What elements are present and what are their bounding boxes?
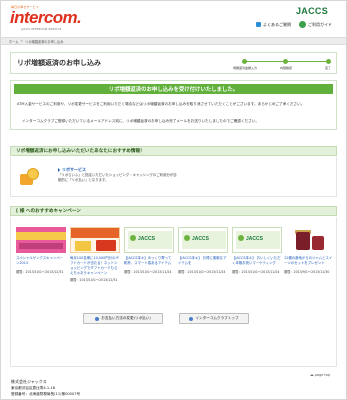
message-line-2: インターコムクラブご登録いただいているメールアドレス宛に、リボ増額返済のお申し込… (22, 119, 259, 123)
campaign-banner-2[interactable] (70, 227, 120, 253)
breadcrumb-home[interactable]: ホーム (9, 39, 18, 44)
coins-icon (19, 165, 41, 187)
banner-word: JACCS (246, 236, 263, 242)
faq-link[interactable]: よくあるご質問 (256, 22, 291, 28)
campaign-card-6[interactable]: 12種の産地からのジャムとスイーツのセットをプレゼント 期間：2013/9/1～… (284, 227, 334, 293)
campaign-banner-4[interactable]: JACCS (178, 227, 228, 253)
message-line-1: ATM入金サービスのご利用や、リボ変更サービスをご利用いただく場合などはリボ増額… (17, 102, 305, 106)
campaign-card-1-desc[interactable]: スペシャルサンクスキャンペーン2013 (16, 256, 66, 266)
step-dot-2 (283, 59, 288, 64)
campaign-card-2-date: 期間：2013/10/1～2013/12/31 (70, 278, 118, 282)
banner-header-band (71, 228, 119, 238)
jam-jar-icon-small (312, 236, 324, 250)
logo-subtitle: JACCS INTERCOM SERVICE (21, 28, 62, 31)
campaign-card-5-desc[interactable]: 【JACCS本キ】 おいしくいただく本格お祝いマーケティング (232, 256, 282, 266)
header: 毎日の幸せサービス intercom. JACCS INTERCOM SERVI… (1, 1, 346, 37)
campaign-card-5[interactable]: JACCS 【JACCS本キ】 おいしくいただく本格お祝いマーケティング 期間：… (232, 227, 282, 293)
message-box: リボ増額返済のお申し込みを受け付けいたしました。 ATM入金サービスのご利用や、… (10, 80, 337, 130)
step-label-3: 完了 (324, 66, 332, 70)
coin (27, 168, 39, 180)
page-title: リボ増額返済のお申し込み (17, 59, 101, 67)
step-dot-1 (242, 59, 247, 64)
revolving-service-desc: 「リボらいふ」と指定いただいたショッピング・キャッシングのご利用分が自動的に「リ… (58, 173, 177, 182)
page-top-link[interactable]: page top (309, 373, 330, 377)
jaccs-mark-icon (130, 235, 136, 241)
campaign-box: スペシャルサンクスキャンペーン2013 期間：2013/10/1～2013/12… (10, 217, 337, 367)
gift-box-icon (75, 241, 91, 251)
arrow-circle-icon (189, 316, 194, 321)
campaign-banner-5[interactable]: JACCS (232, 227, 282, 253)
gift-card-icon (96, 240, 116, 251)
campaign-banner-6[interactable] (284, 227, 334, 253)
breadcrumb-separator: > (20, 39, 24, 43)
club-top-button[interactable]: インターコムクラブトップ (179, 313, 249, 324)
guide-icon (299, 21, 306, 28)
step-dot-3 (326, 59, 331, 64)
campaign-card-6-desc[interactable]: 12種の産地からのジャムとスイーツのセットをプレゼント (284, 256, 334, 266)
banner-word: JACCS (192, 236, 209, 242)
campaign-card-3-desc[interactable]: 【JACCS本キ】ゆっくり寄って乾杯。スマート感あるアイテム (124, 256, 174, 266)
intercom-logo[interactable]: intercom. (10, 8, 82, 28)
message-heading: リボ増額返済のお申し込みを受け付けいたしました。 (14, 84, 333, 94)
jaccs-mark-icon (238, 235, 244, 241)
campaign-card-3[interactable]: JACCS 【JACCS本キ】ゆっくり寄って乾杯。スマート感あるアイテム 期間：… (124, 227, 174, 293)
square-icon (256, 22, 261, 27)
recommend-box: リボサービス 「リボらいふ」と指定いただいたショッピング・キャッシングのご利用分… (10, 157, 337, 197)
campaign-card-5-date: 期間：2013/10/1～2013/11/24 (232, 270, 280, 274)
campaign-card-4-date: 期間：2013/10/1～2013/11/24 (178, 270, 226, 274)
step-label-2: 内容確認 (279, 66, 293, 70)
change-payment-button[interactable]: お支払い方法の変更(リボ払い) (83, 313, 163, 324)
page: 毎日の幸せサービス intercom. JACCS INTERCOM SERVI… (0, 0, 347, 400)
campaign-heading: [ 様 へのおすすめキャンペーン (10, 206, 337, 216)
banner-text-block (19, 243, 63, 249)
campaign-card-1[interactable]: スペシャルサンクスキャンペーン2013 期間：2013/10/1～2013/12… (16, 227, 66, 293)
banner-stripe (16, 232, 66, 240)
progress-steps: 増額返済金額入力 内容確認 完了 (232, 56, 336, 72)
footer-company: 株式会社ジャックス (11, 379, 47, 384)
step-label-1: 増額返済金額入力 (232, 66, 258, 70)
title-box: リボ増額返済のお申し込み 増額返済金額入力 内容確認 完了 (10, 52, 337, 74)
footer-address: 東京都渋谷区恵比寿4-1-18 (11, 386, 56, 390)
page-top-label: page top (314, 373, 330, 377)
jaccs-mark-icon (184, 235, 190, 241)
header-links: よくあるご質問 ご利用ガイド (256, 21, 332, 28)
jaccs-logo[interactable]: JACCS (296, 6, 328, 16)
campaign-card-4[interactable]: JACCS 【JACCS本キ】 お得に素敵なアイテムを 期間：2013/10/1… (178, 227, 228, 293)
club-top-label: インターコムクラブトップ (195, 316, 239, 320)
jam-jar-icon (296, 232, 310, 250)
arrow-right-icon (58, 168, 60, 172)
arrow-up-icon (309, 374, 314, 376)
footer-registration: 登録番号：北海道財務局長(11)第00007号 (11, 392, 81, 396)
campaign-banner-1[interactable] (16, 227, 66, 253)
arrow-circle-icon (95, 316, 100, 321)
campaign-card-2[interactable]: 毎月100名様に10,000円分のギフトカードが当たる！ネットショッピングでギフ… (70, 227, 120, 293)
breadcrumb-current: リボ増額返済のお申し込み (25, 39, 64, 44)
campaign-card-6-date: 期間：2013/9/1～2013/11/30 (284, 270, 330, 274)
guide-link[interactable]: ご利用ガイド (299, 21, 332, 28)
campaign-card-1-date: 期間：2013/10/1～2013/12/31 (16, 270, 64, 274)
guide-link-label: ご利用ガイド (308, 21, 332, 27)
recommend-heading: リボ増額返済にお申し込みいただいたあなたにおすすめ情報！ (10, 146, 337, 156)
campaign-card-3-date: 期間：2013/10/1～2013/11/24 (124, 270, 172, 274)
banner-word: JACCS (138, 236, 155, 242)
faq-link-label: よくあるご質問 (263, 21, 291, 27)
campaign-card-4-desc[interactable]: 【JACCS本キ】 お得に素敵なアイテムを (178, 256, 228, 266)
change-payment-label: お支払い方法の変更(リボ払い) (101, 316, 151, 320)
breadcrumb: ホーム > リボ増額返済のお申し込み (1, 37, 346, 45)
campaign-card-2-desc[interactable]: 毎月100名様に10,000円分のギフトカードが当たる！ネットショッピングでギフ… (70, 256, 120, 276)
campaign-banner-3[interactable]: JACCS (124, 227, 174, 253)
